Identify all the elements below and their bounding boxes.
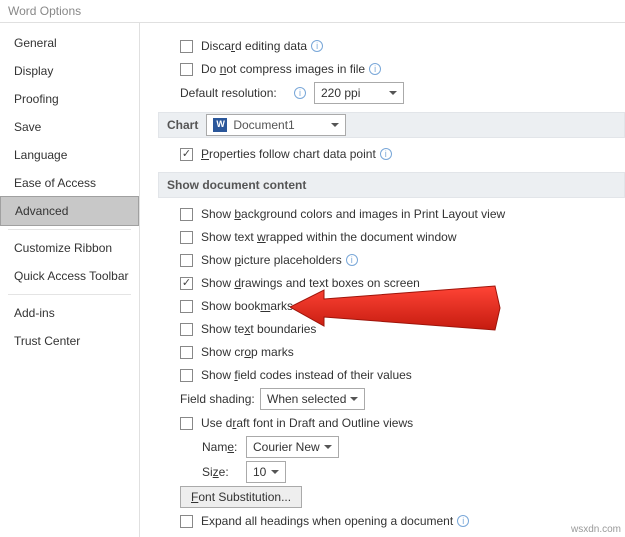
label-font-name: Name: (202, 440, 246, 454)
dropdown-default-resolution[interactable]: 220 ppi (314, 82, 404, 104)
word-icon (213, 118, 227, 132)
label-default-resolution: Default resolution: (180, 86, 290, 100)
label-show-field-codes: Show field codes instead of their values (201, 368, 412, 382)
sidebar-item-save[interactable]: Save (0, 113, 139, 141)
dropdown-font-name[interactable]: Courier New (246, 436, 339, 458)
sidebar-item-customize-ribbon[interactable]: Customize Ribbon (0, 234, 139, 262)
button-font-substitution[interactable]: Font Substitution... (180, 486, 302, 508)
info-icon[interactable] (457, 515, 469, 527)
dropdown-chart-document[interactable]: Document1 (206, 114, 346, 136)
dropdown-value: Document1 (233, 118, 294, 132)
info-icon[interactable] (311, 40, 323, 52)
main-settings-pane: Discard editing data Do not compress ima… (140, 23, 625, 537)
dropdown-value: 10 (253, 465, 266, 479)
label-field-shading: Field shading: (180, 392, 260, 406)
checkbox-properties-follow-chart[interactable] (180, 148, 193, 161)
checkbox-show-bookmarks[interactable] (180, 300, 193, 313)
checkbox-show-field-codes[interactable] (180, 369, 193, 382)
checkbox-show-crop-marks[interactable] (180, 346, 193, 359)
section-title: Show document content (167, 178, 306, 192)
sidebar-item-display[interactable]: Display (0, 57, 139, 85)
dropdown-font-size[interactable]: 10 (246, 461, 286, 483)
sidebar-item-add-ins[interactable]: Add-ins (0, 299, 139, 327)
sidebar-item-advanced[interactable]: Advanced (0, 196, 139, 226)
label-properties-follow-chart: Properties follow chart data point (201, 147, 376, 161)
dropdown-value: Courier New (253, 440, 320, 454)
info-icon[interactable] (294, 87, 306, 99)
checkbox-show-picture-placeholders[interactable] (180, 254, 193, 267)
sidebar-item-general[interactable]: General (0, 29, 139, 57)
sidebar-item-quick-access-toolbar[interactable]: Quick Access Toolbar (0, 262, 139, 290)
sidebar-item-trust-center[interactable]: Trust Center (0, 327, 139, 355)
sidebar-item-ease-of-access[interactable]: Ease of Access (0, 169, 139, 197)
label-expand-all-headings: Expand all headings when opening a docum… (201, 514, 453, 528)
dropdown-value: When selected (267, 392, 346, 406)
watermark: wsxdn.com (571, 524, 621, 535)
sidebar-item-language[interactable]: Language (0, 141, 139, 169)
section-show-document-content: Show document content (158, 172, 625, 198)
checkbox-use-draft-font[interactable] (180, 417, 193, 430)
label-font-size: Size: (202, 465, 246, 479)
sidebar-separator (8, 229, 131, 230)
label-do-not-compress: Do not compress images in file (201, 62, 365, 76)
label-show-drawings: Show drawings and text boxes on screen (201, 276, 420, 290)
info-icon[interactable] (369, 63, 381, 75)
dropdown-field-shading[interactable]: When selected (260, 388, 365, 410)
label-show-crop-marks: Show crop marks (201, 345, 294, 359)
info-icon[interactable] (380, 148, 392, 160)
sidebar: General Display Proofing Save Language E… (0, 23, 140, 537)
label-use-draft-font: Use draft font in Draft and Outline view… (201, 416, 413, 430)
label-show-background: Show background colors and images in Pri… (201, 207, 505, 221)
info-icon[interactable] (346, 254, 358, 266)
sidebar-item-proofing[interactable]: Proofing (0, 85, 139, 113)
label-show-text-boundaries: Show text boundaries (201, 322, 316, 336)
checkbox-show-background[interactable] (180, 208, 193, 221)
sidebar-separator (8, 294, 131, 295)
checkbox-do-not-compress[interactable] (180, 63, 193, 76)
section-chart: Chart Document1 (158, 112, 625, 138)
checkbox-expand-all-headings[interactable] (180, 515, 193, 528)
checkbox-show-drawings[interactable] (180, 277, 193, 290)
checkbox-discard-editing-data[interactable] (180, 40, 193, 53)
label-show-text-wrapped: Show text wrapped within the document wi… (201, 230, 456, 244)
checkbox-show-text-wrapped[interactable] (180, 231, 193, 244)
window-title: Word Options (0, 0, 625, 22)
label-show-picture-placeholders: Show picture placeholders (201, 253, 342, 267)
checkbox-show-text-boundaries[interactable] (180, 323, 193, 336)
label-discard-editing-data: Discard editing data (201, 39, 307, 53)
dropdown-value: 220 ppi (321, 86, 360, 100)
section-title: Chart (167, 118, 198, 132)
label-show-bookmarks: Show bookmarks (201, 299, 293, 313)
